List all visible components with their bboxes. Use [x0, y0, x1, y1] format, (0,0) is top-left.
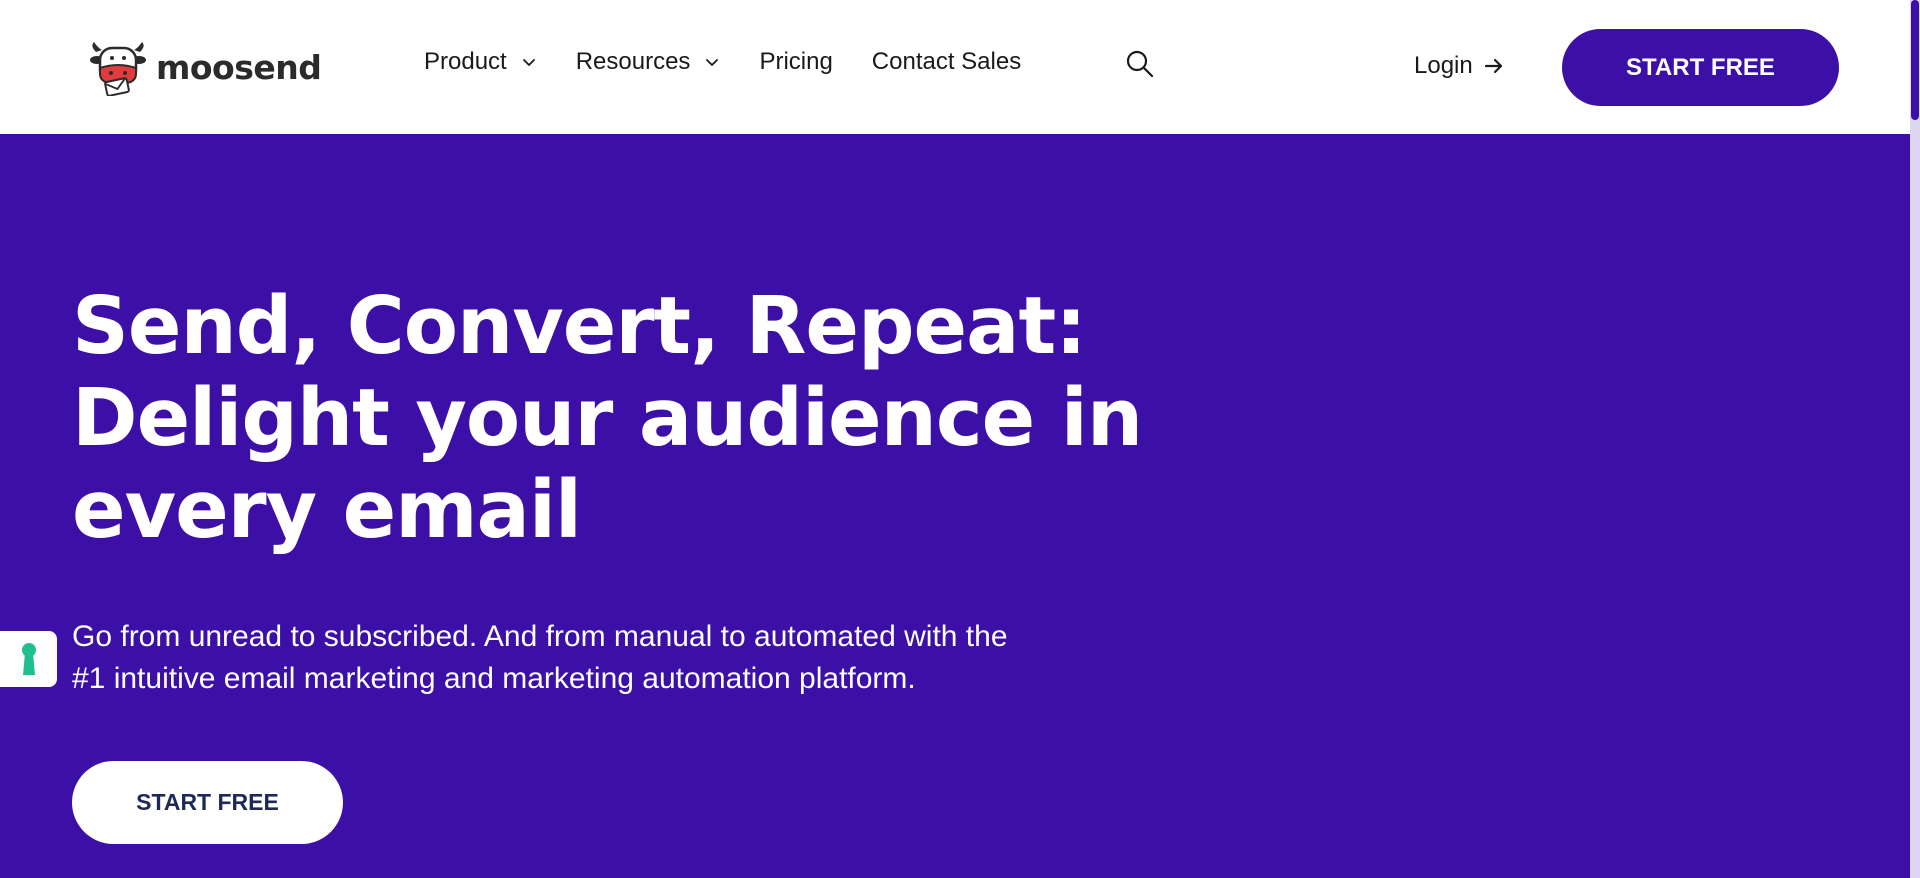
site-header: moosend Product Resources Pricing Contac…	[0, 0, 1910, 134]
start-free-hero-button[interactable]: START FREE	[72, 761, 343, 844]
hero-section: Send, Convert, Repeat: Delight your audi…	[0, 134, 1910, 878]
nav-item-label: Pricing	[759, 48, 833, 75]
nav-item-label: Product	[424, 48, 507, 75]
nav-item-resources[interactable]: Resources	[576, 48, 721, 76]
search-button[interactable]	[1124, 48, 1156, 80]
chevron-down-icon	[706, 59, 719, 66]
hero-subtitle-line: #1 intuitive email marketing and marketi…	[72, 662, 916, 695]
nav-item-product[interactable]: Product	[424, 48, 537, 76]
hero-title-line: Send, Convert, Repeat:	[72, 280, 1087, 372]
nav-item-pricing[interactable]: Pricing	[759, 48, 832, 76]
keyhole-icon	[21, 643, 36, 675]
chevron-down-icon	[522, 59, 535, 66]
start-free-header-button[interactable]: START FREE	[1562, 29, 1839, 106]
nav-item-contact-sales[interactable]: Contact Sales	[872, 48, 1021, 76]
hero-title: Send, Convert, Repeat: Delight your audi…	[72, 280, 1172, 556]
privacy-side-tab[interactable]	[0, 631, 57, 687]
cow-logo-icon	[90, 42, 146, 96]
arrow-right-icon	[1484, 58, 1502, 74]
login-link[interactable]: Login	[1414, 52, 1505, 80]
nav-item-label: Contact Sales	[871, 48, 1022, 75]
page-scrollbar[interactable]	[1910, 0, 1920, 878]
login-label: Login	[1414, 52, 1473, 79]
search-icon	[1126, 50, 1154, 78]
brand-name: moosend	[156, 47, 322, 87]
moosend-logo-link[interactable]: moosend	[88, 38, 322, 96]
hero-title-line: Delight your audience in	[72, 372, 1143, 464]
hero-subtitle-line: Go from unread to subscribed. And from m…	[72, 620, 1008, 653]
main-nav: Product Resources Pricing Contact Sales	[424, 48, 1060, 76]
hero-title-line: every email	[72, 464, 582, 556]
nav-item-label: Resources	[575, 48, 691, 75]
page: moosend Product Resources Pricing Contac…	[0, 0, 1920, 878]
hero-subtitle: Go from unread to subscribed. And from m…	[72, 616, 1152, 700]
scrollbar-thumb[interactable]	[1911, 0, 1919, 120]
